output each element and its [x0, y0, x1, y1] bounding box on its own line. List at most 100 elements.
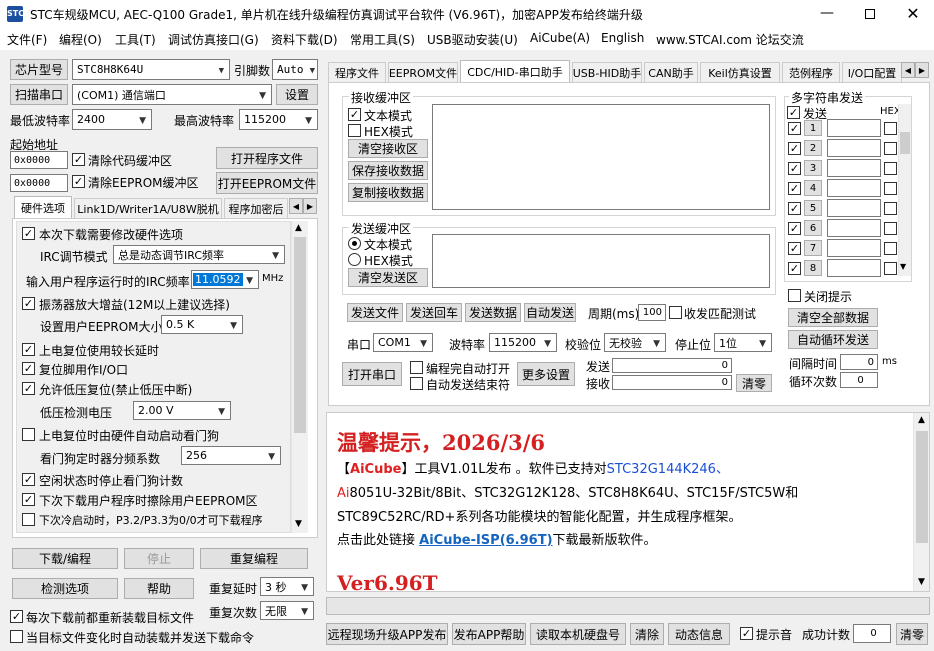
rx-hex-mode-checkbox[interactable]: [348, 124, 361, 137]
notice-scrollbar[interactable]: ▲ ▼: [913, 413, 929, 591]
tab-program-file[interactable]: 程序文件: [328, 62, 386, 82]
string-6-checkbox[interactable]: ✓: [788, 222, 801, 235]
reset-as-io-checkbox[interactable]: ✓: [22, 362, 35, 375]
tab-scroll-left[interactable]: ◀: [901, 62, 915, 78]
menu-tools[interactable]: 工具(T): [115, 31, 156, 48]
minimize-button[interactable]: —: [806, 0, 848, 28]
save-receive-button[interactable]: 保存接收数据: [348, 161, 428, 180]
remote-upgrade-button[interactable]: 远程现场升级APP发布: [326, 623, 448, 645]
repeat-delay-select[interactable]: 3 秒 ▼: [260, 577, 314, 596]
tx-hex-mode-radio[interactable]: [348, 253, 361, 266]
p32-p33-download-checkbox[interactable]: [22, 513, 35, 526]
tab-eeprom-file[interactable]: EEPROM文件: [388, 62, 458, 82]
multi-string-scrollbar[interactable]: ▼: [898, 104, 911, 276]
tab-offline-programmer[interactable]: Link1D/Writer1A/U8W脱机: [74, 198, 222, 218]
string-8-hex-checkbox[interactable]: [884, 262, 897, 275]
scroll-thumb[interactable]: [900, 132, 910, 154]
string-5-checkbox[interactable]: ✓: [788, 202, 801, 215]
open-serial-button[interactable]: 打开串口: [342, 362, 402, 386]
code-start-address[interactable]: 0x0000: [10, 151, 68, 169]
auto-send-end-checkbox[interactable]: [410, 377, 423, 390]
help-button[interactable]: 帮助: [124, 578, 194, 599]
menu-download[interactable]: 资料下载(D): [271, 31, 338, 48]
clear-send-button[interactable]: 清空发送区: [348, 268, 428, 287]
string-3-send-button[interactable]: 3: [804, 160, 822, 176]
string-3-input[interactable]: [827, 159, 881, 177]
long-reset-delay-checkbox[interactable]: ✓: [22, 343, 35, 356]
tab-serial-assistant[interactable]: CDC/HID-串口助手: [460, 60, 570, 82]
scroll-up-icon[interactable]: ▲: [918, 415, 925, 425]
menu-common-tools[interactable]: 常用工具(S): [350, 31, 415, 48]
string-8-checkbox[interactable]: ✓: [788, 262, 801, 275]
scroll-thumb[interactable]: [294, 237, 306, 433]
string-5-send-button[interactable]: 5: [804, 200, 822, 216]
send-textarea[interactable]: [432, 234, 770, 288]
scroll-down-icon[interactable]: ▼: [900, 262, 906, 271]
string-3-hex-checkbox[interactable]: [884, 162, 897, 175]
tx-text-mode-radio[interactable]: [348, 237, 361, 250]
string-4-checkbox[interactable]: ✓: [788, 182, 801, 195]
receive-textarea[interactable]: [432, 104, 770, 210]
success-clear-button[interactable]: 清零: [896, 623, 928, 645]
string-8-send-button[interactable]: 8: [804, 260, 822, 276]
clear-eeprom-checkbox[interactable]: ✓: [72, 175, 85, 188]
min-baud-select[interactable]: 2400 ▼: [72, 109, 152, 130]
download-program-button[interactable]: 下载/编程: [12, 548, 118, 569]
irc-frequency-select[interactable]: 11.0592 ▼: [191, 270, 259, 289]
beep-checkbox[interactable]: ✓: [740, 627, 753, 640]
parity-select[interactable]: 无校验 ▼: [604, 333, 666, 352]
string-4-input[interactable]: [827, 179, 881, 197]
aicube-isp-link[interactable]: AiCube-ISP(6.96T): [419, 533, 552, 548]
send-data-button[interactable]: 发送数据: [465, 303, 521, 322]
string-2-checkbox[interactable]: ✓: [788, 142, 801, 155]
menu-program[interactable]: 编程(O): [59, 31, 102, 48]
open-eeprom-button[interactable]: 打开EEPROM文件: [216, 172, 318, 194]
eeprom-size-select[interactable]: 0.5 K ▼: [161, 315, 243, 334]
tab-examples[interactable]: 范例程序: [782, 62, 840, 82]
baud-rate-select[interactable]: 115200 ▼: [489, 333, 557, 352]
stop-button[interactable]: 停止: [124, 548, 194, 569]
auto-watchdog-checkbox[interactable]: [22, 428, 35, 441]
string-6-hex-checkbox[interactable]: [884, 222, 897, 235]
string-5-input[interactable]: [827, 199, 881, 217]
auto-loop-send-button[interactable]: 自动循环发送: [788, 330, 878, 349]
string-8-input[interactable]: [827, 259, 881, 277]
eeprom-start-address[interactable]: 0x0000: [10, 174, 68, 192]
string-4-hex-checkbox[interactable]: [884, 182, 897, 195]
maximize-button[interactable]: [849, 0, 891, 28]
idle-stop-wdt-checkbox[interactable]: ✓: [22, 473, 35, 486]
lvd-voltage-select[interactable]: 2.00 V ▼: [133, 401, 231, 420]
low-voltage-reset-checkbox[interactable]: ✓: [22, 382, 35, 395]
port-select[interactable]: (COM1) 通信端口 ▼: [72, 84, 272, 105]
stop-bits-select[interactable]: 1位 ▼: [714, 333, 772, 352]
menu-website[interactable]: www.STCAI.com 论坛交流: [656, 31, 804, 48]
serial-port-select[interactable]: COM1 ▼: [373, 333, 433, 352]
rx-text-mode-checkbox[interactable]: ✓: [348, 108, 361, 121]
string-1-checkbox[interactable]: ✓: [788, 122, 801, 135]
check-options-button[interactable]: 检测选项: [12, 578, 118, 599]
copy-receive-button[interactable]: 复制接收数据: [348, 183, 428, 202]
string-7-send-button[interactable]: 7: [804, 240, 822, 256]
loop-count-input[interactable]: 0: [840, 372, 878, 388]
chip-model-select[interactable]: STC8H8K64U ▼: [72, 59, 230, 80]
string-6-send-button[interactable]: 6: [804, 220, 822, 236]
tab-scroll-left[interactable]: ◀: [289, 198, 303, 214]
wdt-prescale-select[interactable]: 256 ▼: [181, 446, 281, 465]
interval-input[interactable]: 0: [840, 354, 878, 370]
string-1-input[interactable]: [827, 119, 881, 137]
reload-target-checkbox[interactable]: ✓: [10, 610, 23, 623]
menu-english[interactable]: English: [601, 31, 644, 45]
tab-encryption[interactable]: 程序加密后: [224, 198, 288, 218]
menu-aicube[interactable]: AiCube(A): [530, 31, 590, 45]
port-settings-button[interactable]: 设置: [276, 84, 318, 105]
tab-scroll-right[interactable]: ▶: [303, 198, 317, 214]
string-7-checkbox[interactable]: ✓: [788, 242, 801, 255]
read-disk-id-button[interactable]: 读取本机硬盘号: [530, 623, 626, 645]
string-2-input[interactable]: [827, 139, 881, 157]
clear-all-data-button[interactable]: 清空全部数据: [788, 308, 878, 327]
repeat-program-button[interactable]: 重复编程: [200, 548, 308, 569]
irc-mode-select[interactable]: 总是动态调节IRC频率 ▼: [113, 245, 285, 264]
string-6-input[interactable]: [827, 219, 881, 237]
send-return-button[interactable]: 发送回车: [406, 303, 462, 322]
repeat-count-select[interactable]: 无限 ▼: [260, 601, 314, 620]
